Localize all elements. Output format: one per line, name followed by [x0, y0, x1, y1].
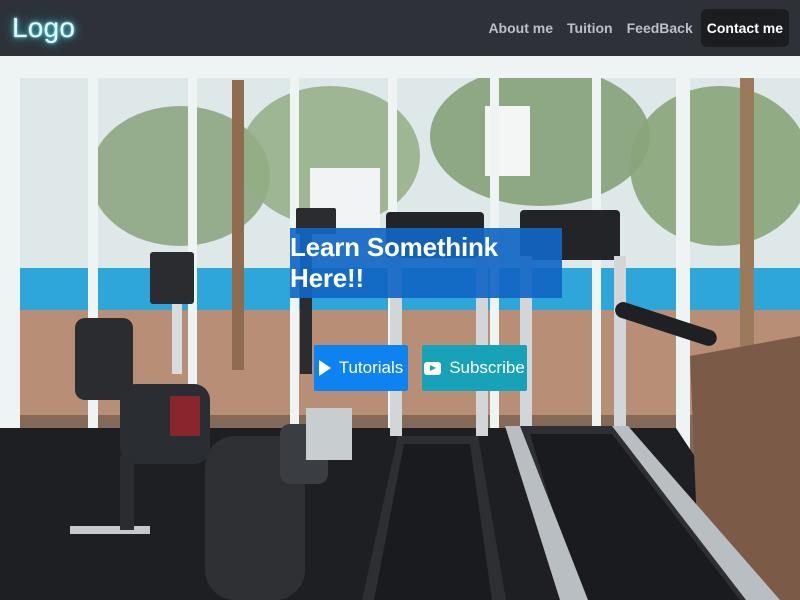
subscribe-button-label: Subscribe — [449, 358, 525, 377]
nav-link-about-me[interactable]: About me — [482, 12, 559, 44]
navbar: Logo About me Tuition FeedBack Contact m… — [0, 0, 800, 56]
nav-link-contact-me[interactable]: Contact me — [700, 9, 789, 47]
hero-background-image — [0, 56, 800, 600]
nav-links: About me Tuition FeedBack Contact me — [481, 9, 790, 47]
tutorials-button-label: Tutorials — [338, 358, 404, 377]
subscribe-button[interactable]: Subscribe — [422, 345, 527, 391]
nav-link-feedback[interactable]: FeedBack — [621, 12, 699, 44]
nav-link-tuition[interactable]: Tuition — [561, 12, 619, 44]
youtube-icon — [424, 361, 442, 375]
play-icon — [318, 360, 331, 376]
logo[interactable]: Logo — [12, 12, 75, 44]
hero-headline: Learn Somethink Here!! — [290, 228, 562, 298]
tutorials-button[interactable]: Tutorials — [314, 345, 408, 391]
gym-scene-illustration — [0, 56, 800, 600]
